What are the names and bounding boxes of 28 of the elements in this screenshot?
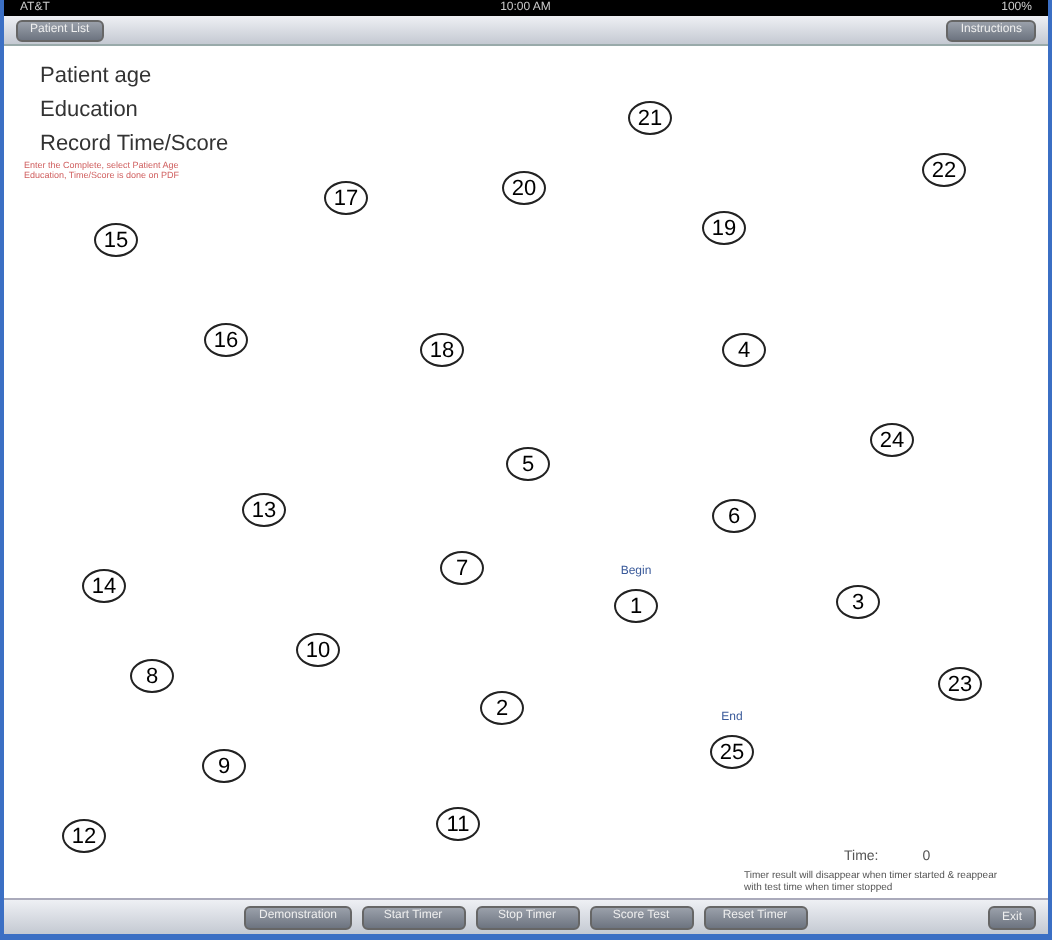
number-node[interactable]: 23 <box>938 667 982 701</box>
number-node[interactable]: 19 <box>702 211 746 245</box>
number-node[interactable]: 10 <box>296 633 340 667</box>
field-label[interactable]: Education <box>40 98 138 122</box>
number-node[interactable]: 11 <box>436 807 480 841</box>
number-node[interactable]: 21 <box>628 101 672 135</box>
number-node[interactable]: 17 <box>324 181 368 215</box>
number-node[interactable]: 6 <box>712 499 756 533</box>
field-label[interactable]: Patient age <box>40 64 152 88</box>
number-node[interactable]: 24 <box>870 423 914 457</box>
number-node[interactable]: 8 <box>130 659 174 693</box>
number-node[interactable]: 16 <box>204 323 248 357</box>
field-label[interactable]: Record Time/Score <box>40 132 229 156</box>
number-node[interactable]: 18 <box>420 333 464 367</box>
number-node[interactable]: 1 <box>614 589 658 623</box>
number-node[interactable]: 22 <box>922 153 966 187</box>
number-node[interactable]: 12 <box>62 819 106 853</box>
number-node[interactable]: 7 <box>440 551 484 585</box>
number-node[interactable]: 20 <box>502 171 546 205</box>
number-node[interactable]: 13 <box>242 493 286 527</box>
number-node[interactable]: 14 <box>82 569 126 603</box>
number-node[interactable]: 15 <box>94 223 138 257</box>
number-node[interactable]: 25 <box>710 735 754 769</box>
number-node[interactable]: 5 <box>506 447 550 481</box>
number-node[interactable]: 4 <box>722 333 766 367</box>
number-node[interactable]: 2 <box>480 691 524 725</box>
number-node[interactable]: 3 <box>836 585 880 619</box>
number-node[interactable]: 9 <box>202 749 246 783</box>
